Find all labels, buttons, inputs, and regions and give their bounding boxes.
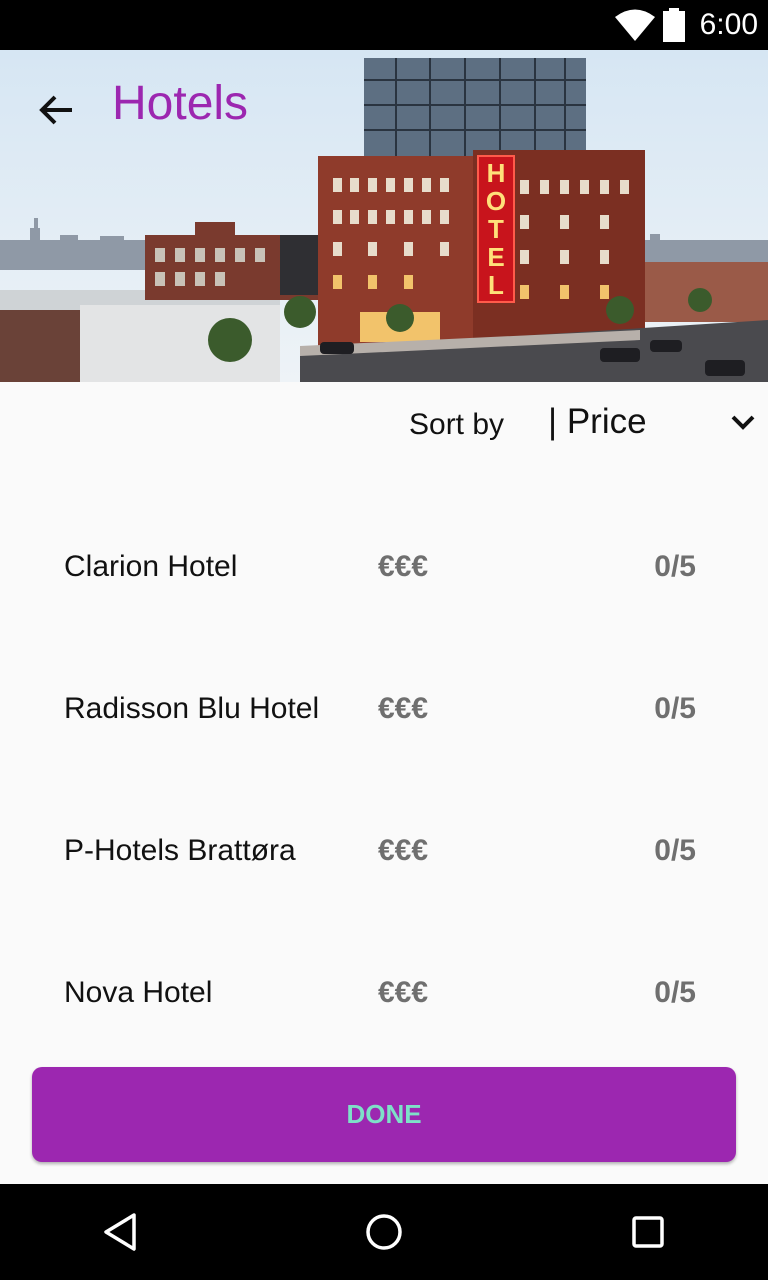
- list-item[interactable]: P-Hotels Brattøra €€€ 0/5: [0, 784, 768, 926]
- list-item[interactable]: Clarion Hotel €€€ 0/5: [0, 500, 768, 642]
- sign-letter: H: [487, 158, 506, 188]
- navigation-bar: [0, 1184, 768, 1280]
- square-recents-icon: [632, 1216, 664, 1248]
- hotel-name: P-Hotels Brattøra: [64, 834, 296, 867]
- sign-letter: T: [488, 214, 504, 244]
- chevron-down-icon: [731, 415, 755, 430]
- hotel-rating: 0/5: [654, 834, 696, 867]
- hotel-price: €€€: [378, 692, 429, 725]
- hotel-rating: 0/5: [654, 692, 696, 725]
- list-item[interactable]: Nova Hotel €€€ 0/5: [0, 926, 768, 1068]
- done-button[interactable]: DONE: [32, 1067, 736, 1162]
- hotel-price: €€€: [378, 976, 429, 1009]
- wifi-icon: [615, 9, 655, 41]
- triangle-back-icon: [104, 1213, 136, 1251]
- hotel-price: €€€: [378, 550, 429, 583]
- status-bar: 6:00: [0, 0, 768, 50]
- hotel-name: Nova Hotel: [64, 976, 213, 1009]
- hotel-rating: 0/5: [654, 550, 696, 583]
- sign-letter: E: [487, 242, 504, 272]
- sign-letter: O: [486, 186, 506, 216]
- status-time: 6:00: [699, 8, 758, 41]
- sort-label: Sort by: [409, 408, 505, 441]
- sort-dropdown[interactable]: | Price: [548, 400, 760, 446]
- hero-image: H O T E L Hotels: [0, 50, 768, 382]
- circle-home-icon: [366, 1214, 402, 1250]
- nav-home-button[interactable]: [358, 1206, 410, 1258]
- nav-back-button[interactable]: [94, 1206, 146, 1258]
- sort-row: Sort by | Price: [0, 382, 768, 472]
- sign-letter: L: [488, 270, 504, 300]
- hotel-list: Clarion Hotel €€€ 0/5 Radisson Blu Hotel…: [0, 500, 768, 1068]
- arrow-back-icon: [39, 95, 72, 125]
- page-title: Hotels: [112, 77, 249, 130]
- nav-recents-button[interactable]: [622, 1206, 674, 1258]
- hotel-name: Clarion Hotel: [64, 550, 238, 583]
- sort-selected-value: | Price: [548, 402, 647, 441]
- list-item[interactable]: Radisson Blu Hotel €€€ 0/5: [0, 642, 768, 784]
- back-button[interactable]: [30, 84, 82, 136]
- hotel-price: €€€: [378, 834, 429, 867]
- hotel-name: Radisson Blu Hotel: [64, 692, 320, 725]
- battery-icon: [663, 8, 685, 42]
- hotel-rating: 0/5: [654, 976, 696, 1009]
